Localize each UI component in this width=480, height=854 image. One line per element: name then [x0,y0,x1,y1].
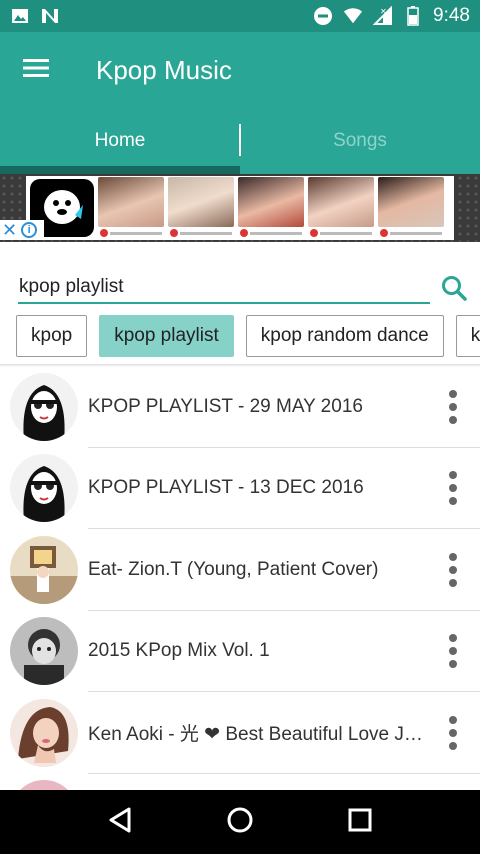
system-nav-bar [0,790,480,854]
home-circle-icon [226,806,254,839]
search-bar [0,266,480,310]
svg-text:✕: ✕ [380,7,387,16]
ad-photo [98,177,164,239]
tab-indicator [0,166,240,174]
search-input[interactable] [18,272,430,304]
tab-songs[interactable]: Songs [240,108,480,174]
tab-divider [239,124,241,156]
search-icon [440,276,468,306]
more-options-button[interactable] [438,711,468,755]
tab-home[interactable]: Home [0,108,240,174]
item-title: KPOP PLAYLIST - 29 MAY 2016 [88,395,363,417]
chip-kpop-playlist[interactable]: kpop playlist [99,315,234,357]
wifi-icon [343,6,363,26]
ad-photo [308,177,374,239]
thumbnail [10,617,78,686]
signal-icon: ✕ [373,6,393,26]
more-options-button[interactable] [438,466,468,510]
app-bar: Kpop Music [0,32,480,108]
recents-button[interactable] [338,800,382,844]
item-title: 2015 KPop Mix Vol. 1 [88,640,270,662]
list-item[interactable]: Ken Aoki - 光 ❤ Best Beautiful Love J-Pop… [0,692,480,774]
item-title: Eat- Zion.T (Young, Patient Cover) [88,558,379,580]
chip-kpop-random-dance[interactable]: kpop random dance [245,315,444,357]
recents-square-icon [347,807,373,838]
menu-button[interactable] [0,32,72,108]
search-button[interactable] [440,274,470,304]
chip-kpop[interactable]: kpop [16,315,88,357]
thumbnail [10,698,78,767]
more-options-button[interactable] [438,385,468,429]
more-options-button[interactable] [438,548,468,592]
chip-kp[interactable]: kp [455,315,480,357]
item-title: KPOP PLAYLIST - 13 DEC 2016 [88,477,364,499]
more-options-button[interactable] [438,629,468,673]
screen: ✕ 9:48 Kpop Music Home Songs ✕ i kpop pl… [0,0,480,854]
back-triangle-icon [107,806,133,839]
do-not-disturb-icon [313,6,333,26]
thumbnail [10,372,78,441]
ad-photo [238,177,304,239]
list-item[interactable]: KPOP PLAYLIST - 29 MAY 2016 [0,366,480,448]
list-item[interactable]: KPOP PLAYLIST - 13 DEC 2016 [0,448,480,529]
thumbnail [10,454,78,523]
hamburger-menu-icon [23,58,49,83]
results-list: KPOP PLAYLIST - 29 MAY 2016 KPOP PLAYLIS… [0,366,480,790]
clock: 9:48 [433,5,470,26]
suggestion-chips: kpop kpop playlist kpop random dance kp [16,315,480,359]
n-app-icon [40,6,60,26]
home-button[interactable] [218,800,262,844]
battery-icon [403,6,423,26]
image-icon [10,6,30,26]
list-item[interactable] [0,774,480,790]
ad-photo [168,177,234,239]
ad-close-icon[interactable]: ✕ [2,221,17,239]
back-button[interactable] [98,800,142,844]
list-item[interactable]: 2015 KPop Mix Vol. 1 [0,611,480,692]
list-item[interactable]: Eat- Zion.T (Young, Patient Cover) [0,529,480,611]
thumbnail [10,535,78,604]
ad-badge: ✕ i [0,220,44,240]
thumbnail [10,780,78,790]
ad-banner[interactable]: ✕ i [0,174,480,242]
item-title: Ken Aoki - 光 ❤ Best Beautiful Love J-Pop… [88,724,424,746]
ad-photo [378,177,444,239]
status-bar: ✕ 9:48 [0,0,480,32]
ad-content[interactable] [26,176,454,240]
app-title: Kpop Music [96,54,232,85]
ad-info-icon[interactable]: i [21,222,38,238]
